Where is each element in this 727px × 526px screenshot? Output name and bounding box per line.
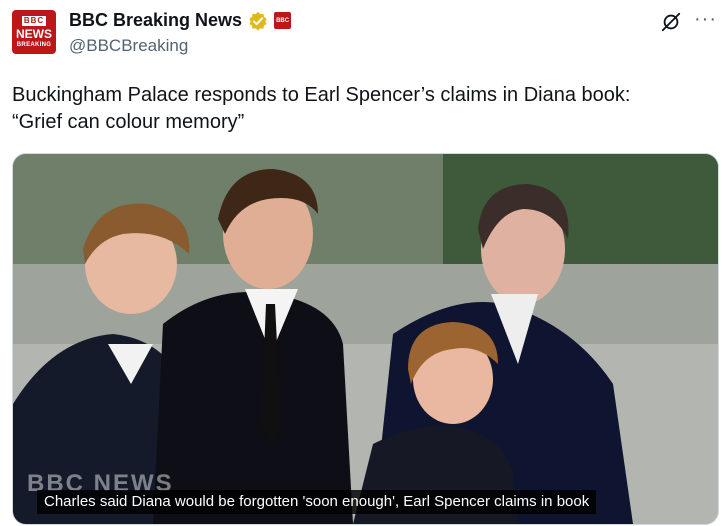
handle[interactable]: @BBCBreaking bbox=[69, 36, 188, 56]
display-name[interactable]: BBC Breaking News bbox=[69, 10, 242, 31]
affiliate-badge[interactable]: BBC bbox=[274, 12, 292, 29]
more-options-icon[interactable]: ··· bbox=[694, 8, 717, 31]
avatar-news-text: NEWS bbox=[16, 27, 52, 41]
grok-icon[interactable] bbox=[660, 11, 682, 33]
verified-badge-icon[interactable] bbox=[248, 11, 268, 31]
avatar-breaking-text: BREAKING bbox=[16, 42, 52, 48]
photo-illustration bbox=[13, 154, 718, 524]
avatar[interactable]: BBC NEWS BREAKING bbox=[12, 10, 56, 54]
media-caption: Charles said Diana would be forgotten 's… bbox=[37, 490, 597, 514]
tweet-media[interactable]: BBC NEWS Charles said Diana would be for… bbox=[12, 153, 719, 525]
tweet-text: Buckingham Palace responds to Earl Spenc… bbox=[12, 84, 631, 133]
avatar-bbc-text: BBC bbox=[21, 16, 47, 26]
name-row: BBC Breaking News BBC bbox=[69, 10, 292, 31]
